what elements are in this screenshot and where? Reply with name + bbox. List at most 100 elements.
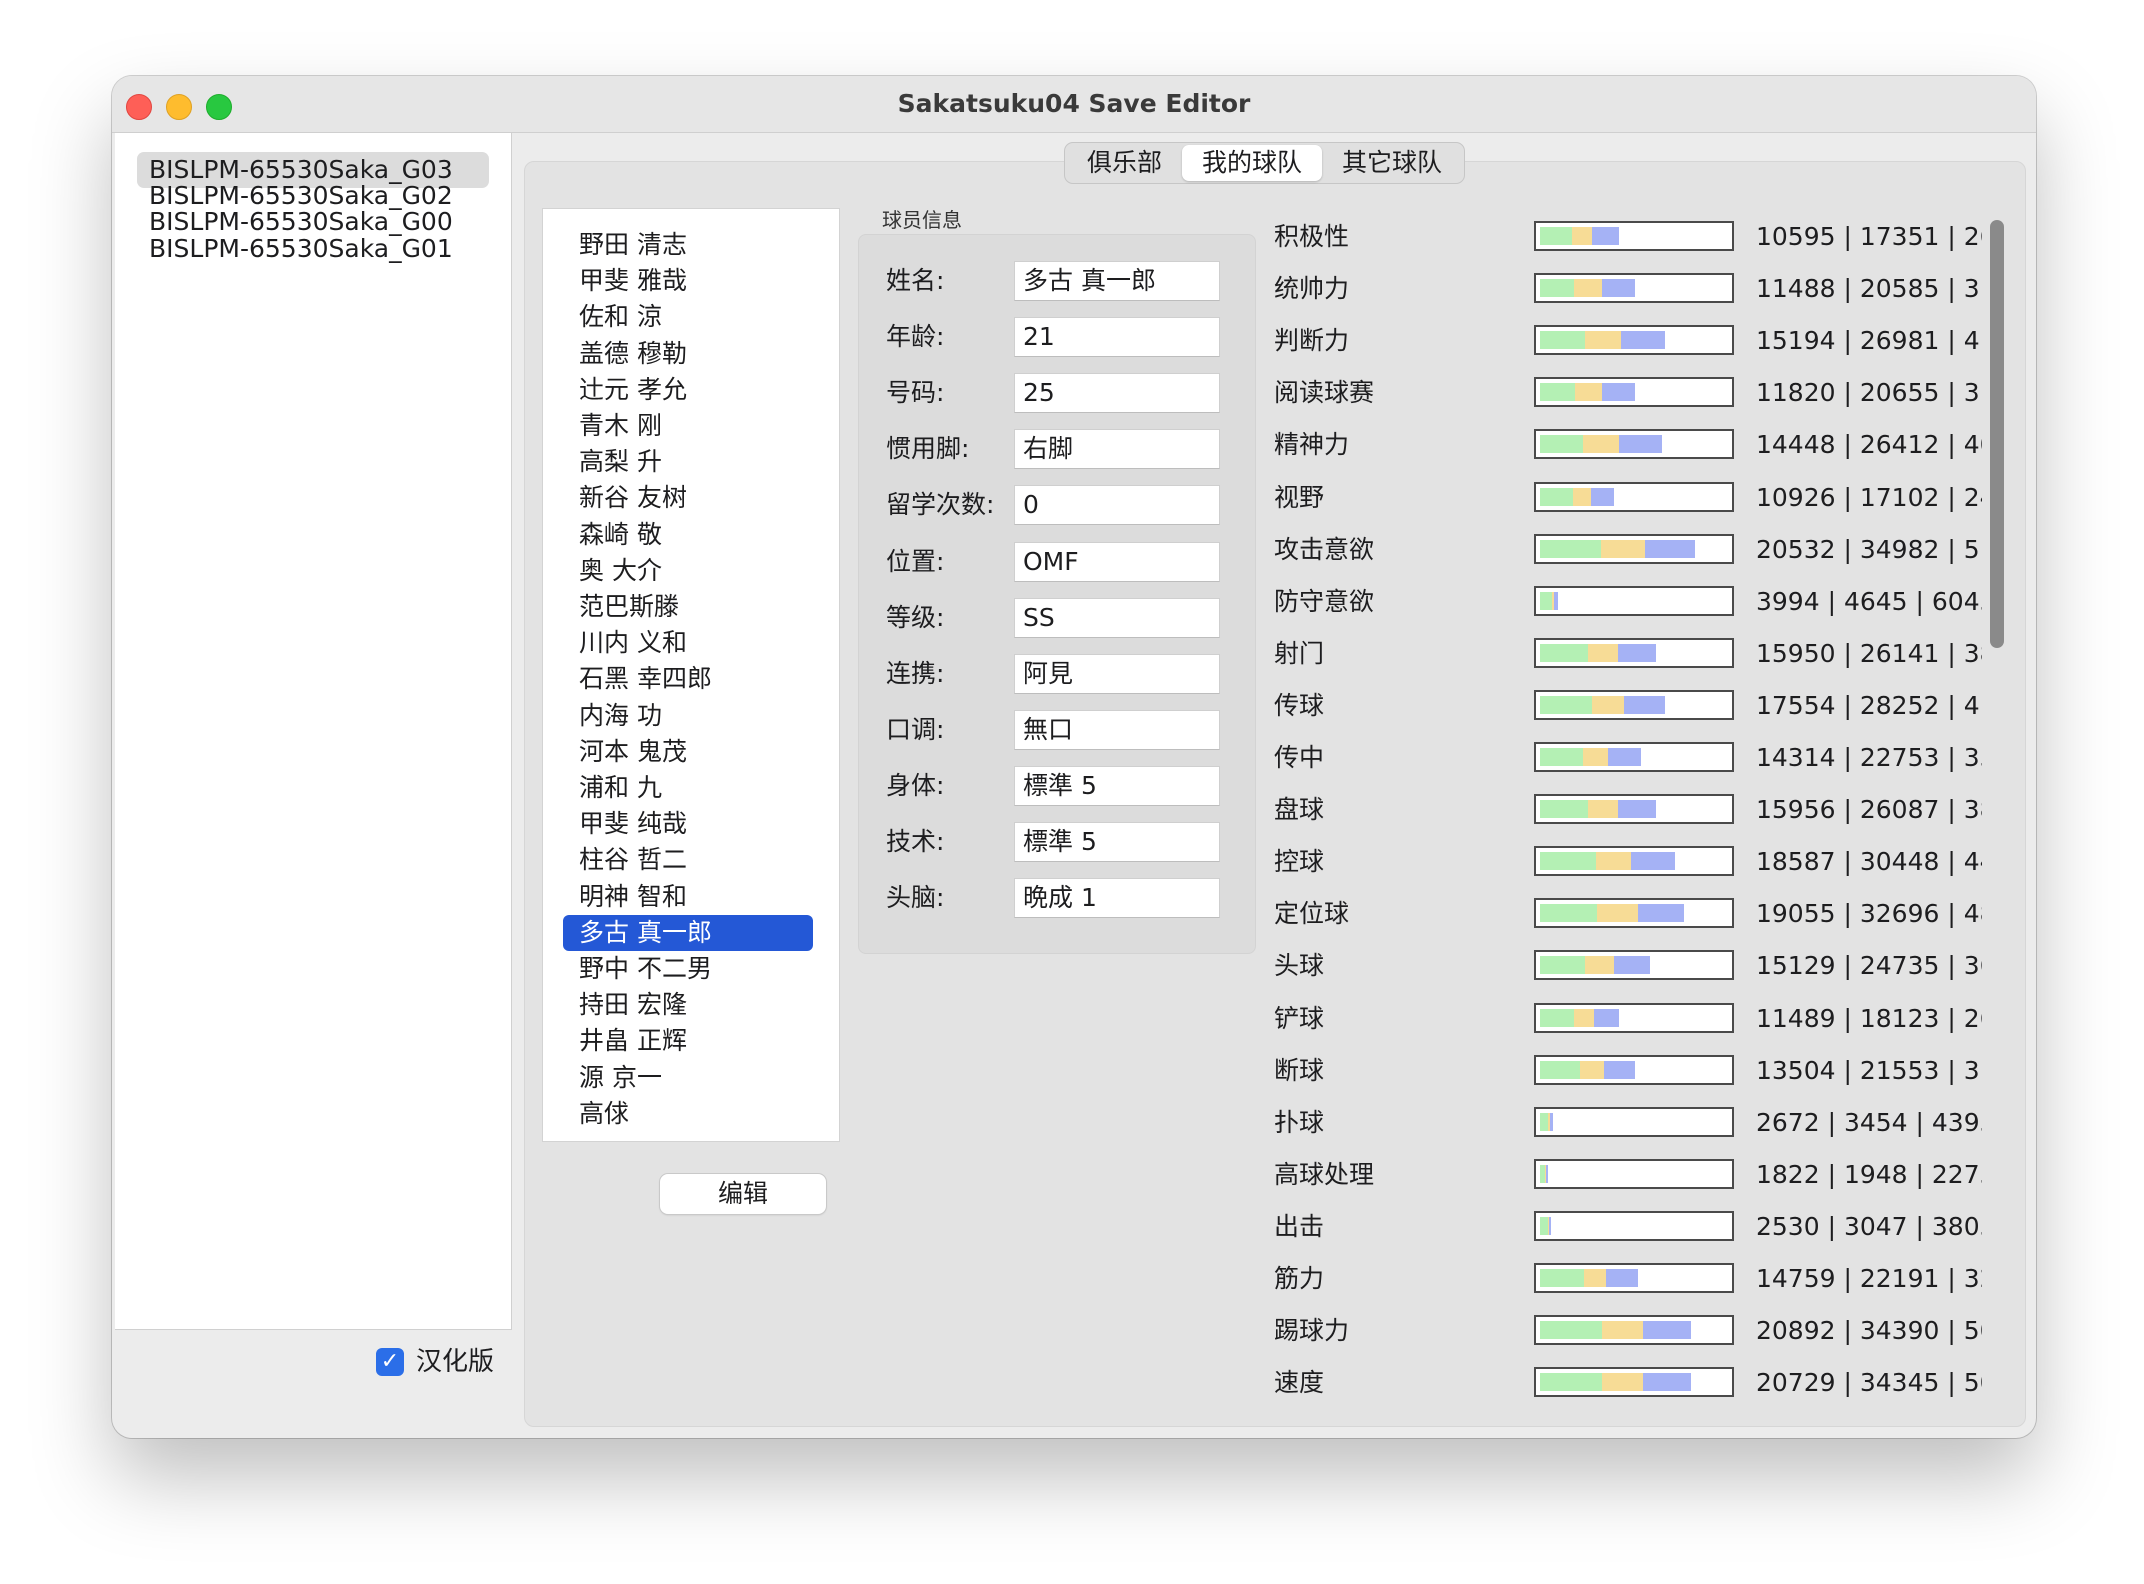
bar-current-segment — [1540, 487, 1573, 506]
player-list-item[interactable]: 野中 不二男 — [563, 951, 813, 987]
player-list-item[interactable]: 佐和 涼 — [563, 299, 813, 335]
field-input[interactable]: 右脚 — [1014, 429, 1220, 470]
field-input[interactable]: SS — [1014, 597, 1220, 638]
attribute-label: 传中 — [1274, 743, 1325, 772]
field-input[interactable]: OMF — [1014, 541, 1220, 582]
bar-current-segment — [1540, 383, 1575, 402]
bar-current-segment — [1540, 1373, 1602, 1392]
player-list-item[interactable]: 内海 功 — [563, 698, 813, 734]
attribute-label: 扑球 — [1274, 1107, 1325, 1137]
player-list-item[interactable]: 持田 宏隆 — [563, 987, 813, 1023]
attribute-values: 18587 | 30448 | 44972 — [1756, 847, 1982, 877]
bar-potential-segment — [1574, 279, 1602, 298]
attribute-values: 10926 | 17102 | 24791 — [1756, 482, 1982, 512]
attribute-bar — [1534, 325, 1734, 356]
field-input[interactable]: 25 — [1014, 373, 1220, 414]
attribute-label: 盘球 — [1274, 795, 1325, 825]
player-list-item[interactable]: 辻元 孝允 — [563, 372, 813, 408]
save-file-list[interactable]: BISLPM-65530Saka_G03 BISLPM-65530Saka_G02… — [115, 133, 512, 1330]
bar-potential-segment — [1574, 1008, 1594, 1027]
player-list-item[interactable]: 甲斐 雅哉 — [563, 263, 813, 299]
bar-max-segment — [1621, 331, 1665, 350]
edit-button[interactable]: 编辑 — [660, 1174, 826, 1214]
player-list-item[interactable]: 井畠 正辉 — [563, 1023, 813, 1059]
attribute-label: 精神力 — [1274, 430, 1350, 460]
player-list-item[interactable]: 森崎 敬 — [563, 517, 813, 553]
bar-current-segment — [1540, 643, 1588, 662]
checkmark-icon[interactable]: ✓ — [376, 1348, 404, 1376]
title-bar: Sakatsuku04 Save Editor — [112, 76, 2036, 133]
player-list-item[interactable]: 明神 智和 — [563, 879, 813, 915]
attribute-row: 积极性 10595 | 17351 | 26485 — [1262, 218, 1982, 256]
tab-item[interactable]: 我的球队 — [1182, 145, 1323, 181]
bar-current-segment — [1540, 539, 1601, 558]
player-list-item[interactable]: 奥 大介 — [563, 553, 813, 589]
player-list-item[interactable]: 多古 真一郎 — [563, 914, 813, 951]
bar-current-segment — [1540, 852, 1596, 871]
field-label: 留学次数: — [886, 490, 995, 520]
attribute-row: 视野 10926 | 17102 | 24791 — [1262, 479, 1982, 517]
bar-max-segment — [1619, 435, 1662, 454]
bar-potential-segment — [1585, 331, 1621, 350]
bar-current-segment — [1540, 800, 1588, 819]
attribute-row: 头球 15129 | 24735 | 36660 — [1262, 947, 1982, 985]
field-input[interactable]: 標準 5 — [1014, 765, 1220, 806]
attribute-row: 射门 15950 | 26141 | 38666 — [1262, 635, 1982, 673]
field-input[interactable]: 阿見 — [1014, 653, 1220, 694]
player-list-item[interactable]: 浦和 九 — [563, 770, 813, 806]
attribute-values: 14759 | 22191 | 32792 — [1756, 1264, 1982, 1293]
field-label: 姓名: — [886, 266, 945, 295]
field-input[interactable]: 多古 真一郎 — [1014, 261, 1220, 301]
attribute-label: 筋力 — [1274, 1264, 1325, 1293]
player-list-item[interactable]: 源 京一 — [563, 1060, 813, 1096]
scrollbar-thumb[interactable] — [1990, 220, 2004, 648]
attribute-values: 11489 | 18123 | 26485 — [1756, 1003, 1982, 1033]
attribute-values: 14314 | 22753 | 33741 — [1756, 743, 1982, 772]
player-list-item[interactable]: 高梨 升 — [563, 444, 813, 480]
attribute-bar — [1534, 689, 1734, 720]
bar-current-segment — [1540, 435, 1583, 454]
player-list-item[interactable]: 新谷 友树 — [563, 480, 813, 516]
attribute-bar — [1534, 898, 1734, 929]
player-list-item[interactable]: 川内 义和 — [563, 625, 813, 661]
attribute-bar — [1534, 481, 1734, 512]
player-list-item[interactable]: 河本 鬼茂 — [563, 734, 813, 770]
attribute-label: 统帅力 — [1274, 274, 1350, 304]
field-input[interactable]: 21 — [1014, 317, 1220, 358]
bar-current-segment — [1540, 748, 1583, 766]
attribute-values: 20532 | 34982 | 51710 — [1756, 534, 1982, 564]
field-input[interactable]: 標準 5 — [1014, 822, 1220, 862]
attribute-values: 15129 | 24735 | 36660 — [1756, 951, 1982, 981]
tab-item[interactable]: 俱乐部 — [1067, 145, 1182, 181]
player-list-item[interactable]: 野田 清志 — [563, 227, 813, 263]
field-input[interactable]: 0 — [1014, 485, 1220, 526]
attribute-row: 传中 14314 | 22753 | 33741 — [1262, 739, 1982, 777]
bar-max-segment — [1618, 643, 1656, 662]
attribute-list[interactable]: 积极性 10595 | 17351 | 26485 统帅力 11488 | 20585… — [1262, 184, 1982, 1406]
player-info-title: 球员信息 — [882, 208, 962, 232]
bar-potential-segment — [1592, 695, 1624, 714]
player-list-item[interactable]: 高俅 — [563, 1096, 813, 1132]
tab-item[interactable]: 其它球队 — [1322, 145, 1462, 181]
player-list-item[interactable]: 范巴斯滕 — [563, 589, 813, 625]
tab-bar: 俱乐部 我的球队 其它球队 — [1064, 142, 1466, 184]
bar-max-segment — [1606, 1269, 1638, 1287]
bar-max-segment — [1602, 383, 1635, 402]
attribute-row: 防守意欲 3994 | 4645 | 6045 — [1262, 583, 1982, 621]
bar-max-segment — [1594, 1008, 1619, 1027]
bar-max-segment — [1608, 748, 1641, 766]
attribute-label: 踢球力 — [1274, 1316, 1350, 1346]
field-label: 口调: — [886, 714, 945, 744]
player-list-item[interactable]: 柱谷 哲二 — [563, 842, 813, 878]
player-list-item[interactable]: 石黑 幸四郎 — [563, 661, 813, 697]
player-roster-list[interactable]: 野田 清志 甲斐 雅哉 佐和 涼盖德 穆勒 辻元 孝允 青木 刚高梨 升新谷 友树 森崎 … — [542, 208, 840, 1142]
bar-potential-segment — [1584, 1269, 1606, 1287]
field-input[interactable]: 無口 — [1014, 709, 1220, 750]
attribute-scrollbar[interactable] — [1986, 206, 2006, 1406]
save-file-item[interactable]: BISLPM-65530Saka_G01 — [137, 231, 489, 267]
player-list-item[interactable]: 青木 刚 — [563, 408, 813, 444]
player-list-item[interactable]: 甲斐 纯哉 — [563, 806, 813, 842]
attribute-row: 阅读球赛 11820 | 20655 | 31855 — [1262, 374, 1982, 412]
field-input[interactable]: 晩成 1 — [1014, 878, 1220, 919]
player-list-item[interactable]: 盖德 穆勒 — [563, 336, 813, 372]
